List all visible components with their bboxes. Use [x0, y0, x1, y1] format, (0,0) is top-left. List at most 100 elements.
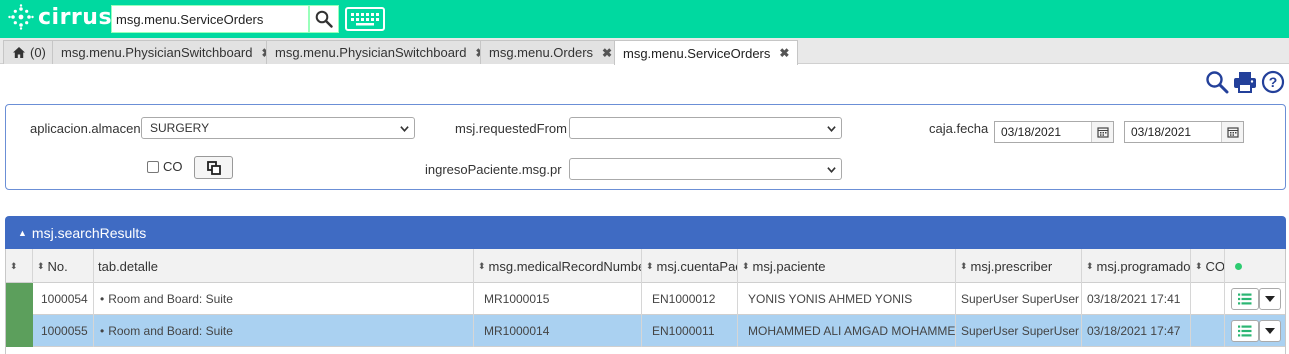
row-actions-dropdown[interactable] — [1259, 288, 1281, 310]
co-label: CO — [163, 159, 183, 174]
column-header-detalle[interactable]: tab.detalle — [94, 249, 474, 283]
app-logo[interactable]: cirrus — [8, 4, 112, 30]
tab-bar: (0) msg.menu.PhysicianSwitchboard ✖ msg.… — [0, 38, 1289, 65]
brand-name: cirrus — [38, 4, 113, 30]
search-icon — [315, 10, 333, 28]
chevron-down-icon — [400, 126, 409, 132]
copy-button[interactable] — [194, 156, 233, 179]
cirrus-logo-icon — [8, 4, 34, 30]
cell-cuenta: EN1000012 — [642, 283, 738, 315]
table-row[interactable]: 1000055 • Room and Board: Suite MR1000014… — [6, 315, 1285, 347]
menu-search-value: msg.menu.ServiceOrders — [116, 11, 264, 27]
tab-physician-switchboard-1[interactable]: msg.menu.PhysicianSwitchboard ✖ — [52, 40, 281, 64]
sort-icon: ⬍ — [960, 260, 968, 271]
tab-physician-switchboard-2[interactable]: msg.menu.PhysicianSwitchboard ✖ — [266, 40, 495, 64]
column-header-cuenta[interactable]: ⬍ msj.cuentaPac — [642, 249, 738, 283]
column-header-no[interactable]: ⬍ No. — [33, 249, 94, 283]
help-icon: ? — [1261, 70, 1285, 94]
cell-detalle-text: Room and Board: Suite — [108, 324, 233, 338]
calendar-icon[interactable] — [1221, 122, 1243, 142]
row-details-button[interactable] — [1231, 320, 1259, 342]
cell-mrn: MR1000015 — [474, 283, 642, 315]
sort-icon: ⬍ — [646, 260, 654, 271]
print-button[interactable] — [1233, 70, 1256, 94]
cell-detalle-text: Room and Board: Suite — [108, 292, 233, 306]
caret-down-icon — [1265, 296, 1275, 302]
tab-service-orders[interactable]: msg.menu.ServiceOrders ✖ — [614, 40, 799, 65]
fecha-label: caja.fecha — [929, 121, 989, 136]
svg-text:?: ? — [1269, 74, 1278, 90]
chevron-down-icon — [827, 126, 836, 132]
sort-icon: ⬍ — [478, 260, 486, 271]
column-header-programado[interactable]: ⬍ msj.programado — [1082, 249, 1191, 283]
cell-co — [1191, 315, 1225, 347]
sort-icon: ⬍ — [1195, 260, 1203, 271]
column-header-paciente[interactable]: ⬍ msj.paciente — [738, 249, 956, 283]
column-label: tab.detalle — [98, 258, 158, 274]
cell-paciente: YONIS YONIS AHMED YONIS — [738, 283, 956, 315]
top-bar: cirrus msg.menu.ServiceOrders — [0, 0, 1289, 38]
column-label: msj.prescriber — [970, 258, 1053, 274]
filter-panel: aplicacion.almacen SURGERY CO msj.reques… — [5, 104, 1286, 190]
table-row[interactable]: 1000054 • Room and Board: Suite MR1000015… — [6, 283, 1285, 315]
cell-prescriber: SuperUser SuperUser — [956, 283, 1082, 315]
cell-programado: 03/18/2021 17:41 — [1082, 283, 1191, 315]
date-to-input[interactable]: 03/18/2021 — [1124, 121, 1244, 143]
sort-column-selector[interactable]: ⬍ — [6, 249, 33, 283]
column-label: msj.paciente — [752, 258, 826, 274]
tab-label: msg.menu.ServiceOrders — [623, 45, 771, 61]
co-checkbox[interactable]: CO — [147, 159, 183, 174]
calendar-icon[interactable] — [1091, 122, 1113, 142]
almacen-select[interactable]: SURGERY — [141, 117, 415, 139]
tab-label: msg.menu.PhysicianSwitchboard — [275, 45, 467, 60]
caret-down-icon — [1265, 328, 1275, 334]
row-status-marker — [6, 315, 33, 347]
requested-from-select[interactable] — [569, 117, 842, 139]
status-dot-icon — [1235, 262, 1242, 270]
search-tool-button[interactable] — [1205, 70, 1229, 94]
list-icon — [1238, 325, 1252, 337]
cell-paciente: MOHAMMED ALI AMGAD MOHAMMED — [738, 315, 956, 347]
close-tab-icon[interactable]: ✖ — [602, 46, 612, 60]
search-results-header[interactable]: ▲ msj.searchResults — [5, 216, 1286, 249]
copy-icon — [206, 160, 221, 175]
tab-home[interactable]: (0) — [3, 40, 55, 64]
close-tab-icon[interactable]: ✖ — [779, 46, 789, 60]
sort-icon: ⬍ — [37, 260, 45, 271]
almacen-value: SURGERY — [150, 121, 210, 135]
cell-prescriber: SuperUser SuperUser — [956, 315, 1082, 347]
column-header-status — [1225, 249, 1285, 283]
date-from-value: 03/18/2021 — [1001, 125, 1062, 139]
cell-co — [1191, 283, 1225, 315]
search-icon — [1206, 71, 1229, 94]
date-from-input[interactable]: 03/18/2021 — [994, 121, 1114, 143]
column-label: msj.programado — [1096, 258, 1191, 274]
results-grid: ⬍ ⬍ No. tab.detalle ⬍ msg.medicalRecordNum… — [5, 249, 1286, 354]
column-label: No. — [47, 258, 68, 274]
cell-detalle: • Room and Board: Suite — [94, 315, 474, 347]
row-actions-dropdown[interactable] — [1259, 320, 1281, 342]
grid-header-row: ⬍ ⬍ No. tab.detalle ⬍ msg.medicalRecordNum… — [6, 249, 1285, 283]
help-button[interactable]: ? — [1261, 70, 1285, 94]
row-details-button[interactable] — [1231, 288, 1259, 310]
keyboard-icon — [351, 13, 379, 26]
search-results-title: msj.searchResults — [31, 224, 147, 241]
menu-search-input[interactable]: msg.menu.ServiceOrders — [111, 5, 309, 33]
cell-mrn: MR1000014 — [474, 315, 642, 347]
printer-icon — [1234, 72, 1256, 93]
tab-orders[interactable]: msg.menu.Orders ✖ — [480, 40, 622, 64]
bullet-icon: • — [100, 292, 105, 306]
date-to-value: 03/18/2021 — [1131, 125, 1192, 139]
ingreso-select[interactable] — [569, 158, 842, 180]
column-header-medical-record[interactable]: ⬍ msg.medicalRecordNumber — [474, 249, 642, 283]
column-label: msg.medicalRecordNumber — [488, 258, 642, 274]
column-header-co[interactable]: ⬍ CO — [1191, 249, 1225, 283]
cell-cuenta: EN1000011 — [642, 315, 738, 347]
tab-home-label: (0) — [30, 45, 46, 60]
collapse-triangle-icon[interactable]: ▲ — [18, 228, 27, 238]
checkbox-box[interactable] — [147, 160, 159, 173]
column-header-prescriber[interactable]: ⬍ msj.prescriber — [956, 249, 1082, 283]
menu-search-button[interactable] — [309, 5, 339, 33]
virtual-keyboard-button[interactable] — [345, 7, 385, 31]
cell-no: 1000054 — [33, 283, 94, 315]
